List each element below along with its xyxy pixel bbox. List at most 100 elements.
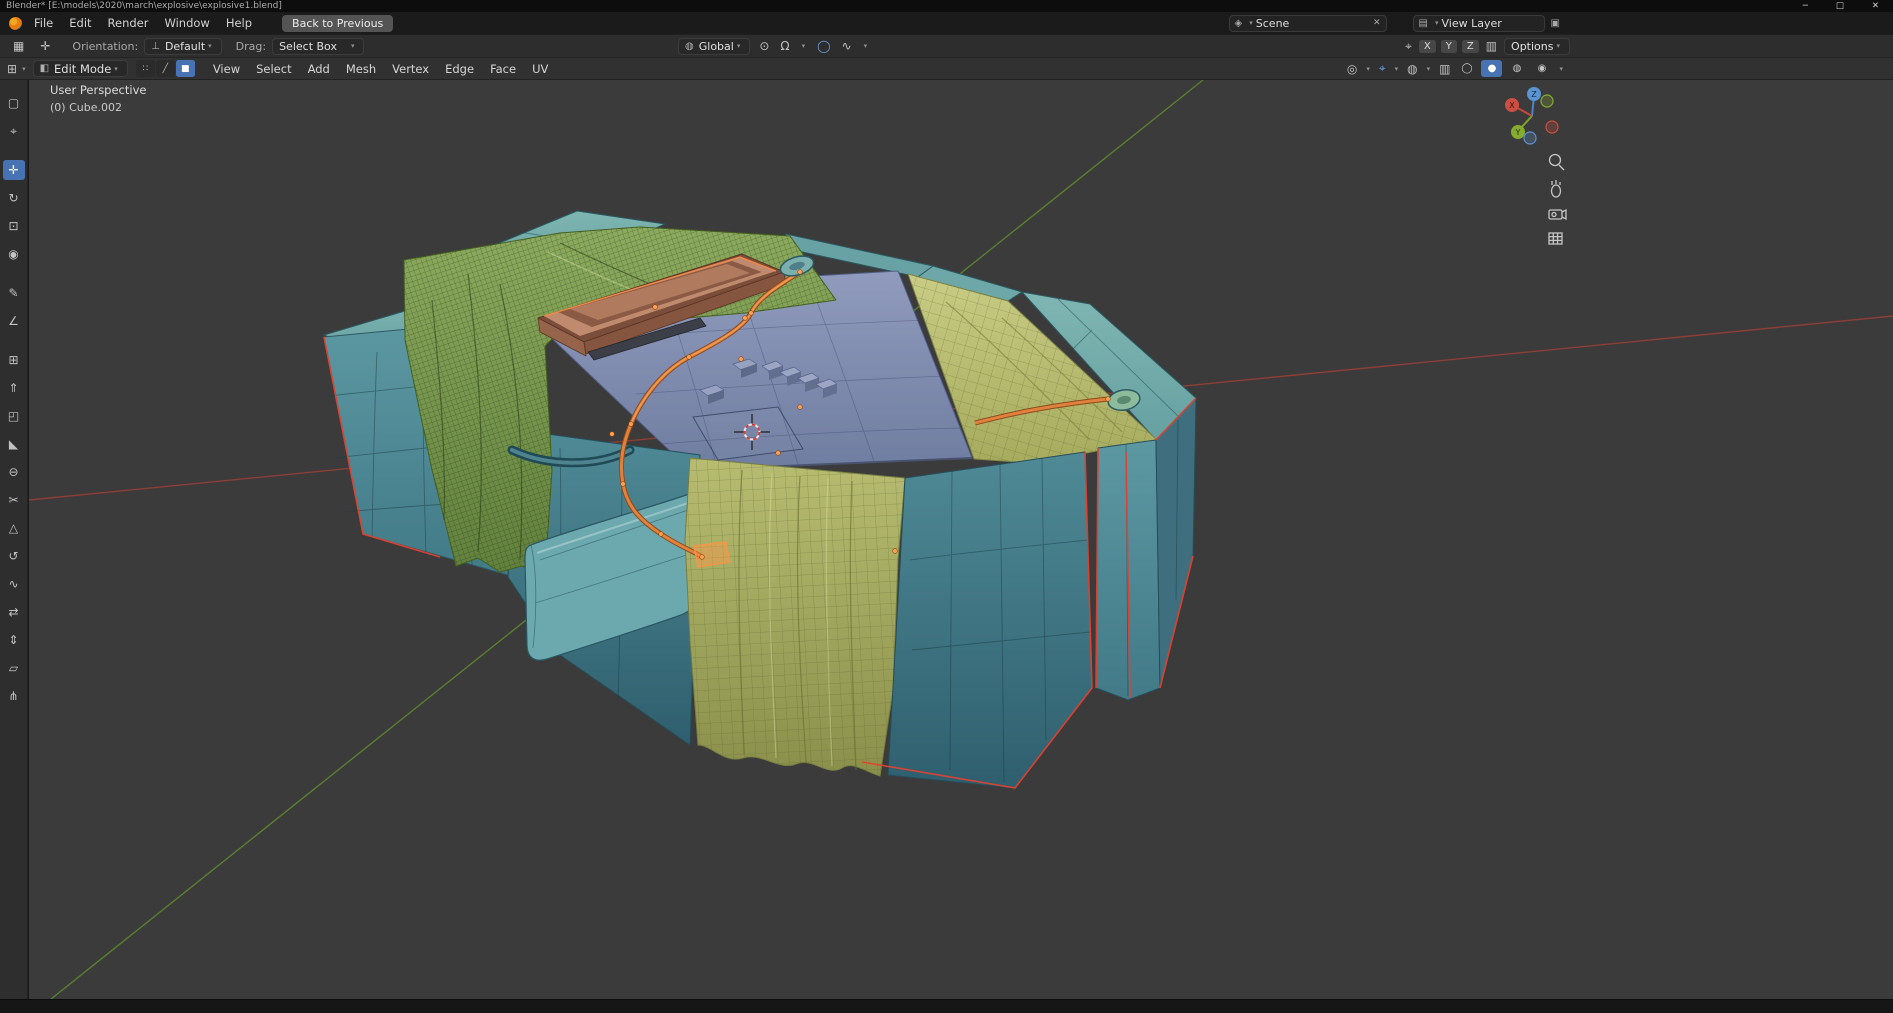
vertex-select-button[interactable]: ∷ (135, 60, 155, 77)
chevron-down-icon[interactable]: ▾ (802, 42, 806, 50)
proportional-editing-icon[interactable]: ◯ (815, 39, 832, 53)
menu-edit[interactable]: Edit (61, 15, 99, 32)
chevron-down-icon: ▾ (350, 42, 355, 50)
show-overlays-icon[interactable]: ◍ (1405, 62, 1419, 76)
tool-inset-faces[interactable]: ◰ (3, 406, 25, 426)
object-label: (0) Cube.002 (50, 101, 122, 114)
view-layer-selector[interactable]: ▤ ▾ View Layer (1412, 14, 1545, 32)
tool-edge-slide[interactable]: ⇄ (3, 602, 25, 622)
options-dropdown[interactable]: Options ▾ (1504, 37, 1570, 55)
shading-material-button[interactable]: ◍ (1506, 60, 1527, 77)
menu-vertex[interactable]: Vertex (384, 60, 437, 77)
axis-y-toggle[interactable]: Y (1440, 39, 1457, 53)
tool-scale[interactable]: ⊡ (3, 216, 25, 236)
menu-uv[interactable]: UV (524, 60, 556, 77)
orientation-icon: ⊥ (151, 40, 160, 52)
tool-bevel[interactable]: ◣ (3, 434, 25, 454)
tool-move[interactable]: ✛ (2, 160, 25, 180)
viewport-canvas[interactable]: User Perspective (0) Cube.002 Z X Y (29, 80, 1893, 999)
view-layer-name: View Layer (1441, 16, 1502, 30)
chevron-down-icon[interactable]: ▾ (1559, 65, 1563, 73)
tool-measure[interactable]: ∠ (3, 311, 25, 331)
show-gizmos-icon[interactable]: ⌖ (1377, 61, 1388, 76)
tool-rotate[interactable]: ↻ (3, 188, 25, 208)
close-button[interactable]: ✕ (1872, 0, 1879, 12)
selected-face[interactable] (693, 541, 731, 568)
face-select-button[interactable]: ■ (175, 60, 195, 77)
magnet-snap-icon[interactable]: Ω (778, 39, 791, 53)
mode-value: Edit Mode (54, 61, 112, 76)
visibility-icon[interactable]: ◎ (1345, 62, 1359, 76)
tool-extrude-region[interactable]: ⇑ (3, 378, 25, 398)
tool-select-box[interactable]: ▢ (3, 93, 25, 113)
chevron-down-icon[interactable]: ▾ (1427, 65, 1431, 73)
menu-add[interactable]: Add (300, 60, 338, 77)
maximize-button[interactable]: □ (1836, 0, 1844, 12)
editor-type-icon[interactable]: ⊞ (5, 62, 19, 76)
drag-dropdown[interactable]: Select Box ▾ (272, 37, 365, 55)
menu-render[interactable]: Render (100, 15, 157, 32)
chevron-down-icon: ▾ (736, 42, 741, 50)
model-yellow-band-front[interactable] (684, 457, 906, 777)
menu-view[interactable]: View (205, 60, 248, 77)
menu-window[interactable]: Window (156, 15, 217, 32)
gizmo-x-neg-axis[interactable] (1545, 120, 1559, 134)
viewport-display-cluster: ◎ ▾ ⌖ ▾ ◍ ▾ ▥ ◯ ● ◍ ◉ ▾ (1345, 60, 1566, 77)
gizmo-z-neg-axis[interactable] (1523, 131, 1537, 145)
axis-z-toggle[interactable]: Z (1461, 39, 1479, 53)
transform-options-cluster: ⌖ X Y Z ▥ Options ▾ (1403, 37, 1570, 55)
tool-shear[interactable]: ▱ (3, 658, 25, 678)
tool-add-cube[interactable]: ⊞ (3, 350, 25, 370)
orientation-dropdown[interactable]: ⊥ Default ▾ (144, 37, 222, 55)
shading-rendered-button[interactable]: ◉ (1531, 60, 1552, 77)
tool-spin[interactable]: ↺ (3, 546, 25, 566)
viewport-3d[interactable]: User Perspective (0) Cube.002 Z X Y (29, 80, 1893, 999)
gizmo-x-label: X (1509, 101, 1515, 110)
back-to-previous-button[interactable]: Back to Previous (282, 14, 394, 32)
blender-logo-icon[interactable] (9, 16, 22, 30)
menu-file[interactable]: File (26, 15, 61, 32)
axis-x-toggle[interactable]: X (1418, 39, 1436, 53)
tool-shrink-fatten[interactable]: ⇕ (3, 630, 25, 650)
shading-solid-button[interactable]: ● (1481, 60, 1503, 77)
chevron-down-icon[interactable]: ▾ (864, 42, 868, 50)
chevron-down-icon[interactable]: ▾ (1366, 65, 1370, 73)
scene-unlink-icon[interactable]: ✕ (1373, 18, 1381, 28)
menu-face[interactable]: Face (482, 60, 524, 77)
chevron-down-icon: ▾ (22, 64, 26, 73)
tool-annotate[interactable]: ✎ (3, 283, 25, 303)
tool-smooth[interactable]: ∿ (3, 574, 25, 594)
transform-space-value: Global (698, 39, 734, 53)
tool-knife[interactable]: ✂ (3, 490, 25, 510)
menu-edge[interactable]: Edge (437, 60, 482, 77)
snap-target-icon[interactable]: ⊙ (757, 39, 771, 53)
shading-wireframe-button[interactable]: ◯ (1456, 60, 1477, 77)
tool-transform[interactable]: ◉ (3, 244, 25, 264)
menu-select[interactable]: Select (248, 60, 299, 77)
pivot-point-icon[interactable]: ⌖ (1403, 39, 1414, 54)
scene-selector[interactable]: ◈ ▾ Scene ✕ (1228, 14, 1387, 32)
window-title: Blender* [E:\models\2020\march\explosive… (6, 1, 282, 11)
tool-loop-cut[interactable]: ⊖ (3, 462, 25, 482)
chevron-down-icon[interactable]: ▾ (1395, 65, 1399, 73)
chevron-down-icon: ▾ (114, 64, 118, 73)
transform-orientation-dropdown[interactable]: ◍ Global ▾ (678, 37, 751, 55)
gizmo-y-neg-axis[interactable] (1540, 94, 1554, 108)
menu-mesh[interactable]: Mesh (338, 60, 384, 77)
tool-poly-build[interactable]: △ (3, 518, 25, 538)
edit-mode-icon: ◧ (39, 63, 50, 74)
tool-rip-region[interactable]: ⋔ (3, 686, 25, 706)
xray-toggle-icon[interactable]: ▥ (1437, 62, 1452, 76)
active-tool-icon[interactable]: ▦ (13, 39, 24, 53)
menu-help[interactable]: Help (218, 15, 260, 32)
falloff-curve-icon[interactable]: ∿ (840, 39, 854, 53)
mirror-icon[interactable]: ▥ (1484, 39, 1499, 53)
minimize-button[interactable]: ─ (1803, 0, 1808, 12)
edge-select-button[interactable]: ╱ (155, 60, 175, 77)
tool-cursor[interactable]: ⌖ (3, 121, 25, 141)
new-view-layer-icon[interactable]: ▣ (1551, 18, 1560, 29)
move-tool-icon[interactable]: ✛ (40, 39, 50, 53)
mode-dropdown[interactable]: ◧ Edit Mode ▾ (32, 60, 128, 77)
orientation-value: Default (164, 39, 206, 53)
left-toolbar: ▢ ⌖ ✛ ↻ ⊡ ◉ ✎ ∠ ⊞ ⇑ ◰ ◣ ⊖ ✂ △ ↺ ∿ ⇄ ⇕ ▱ … (0, 80, 28, 999)
